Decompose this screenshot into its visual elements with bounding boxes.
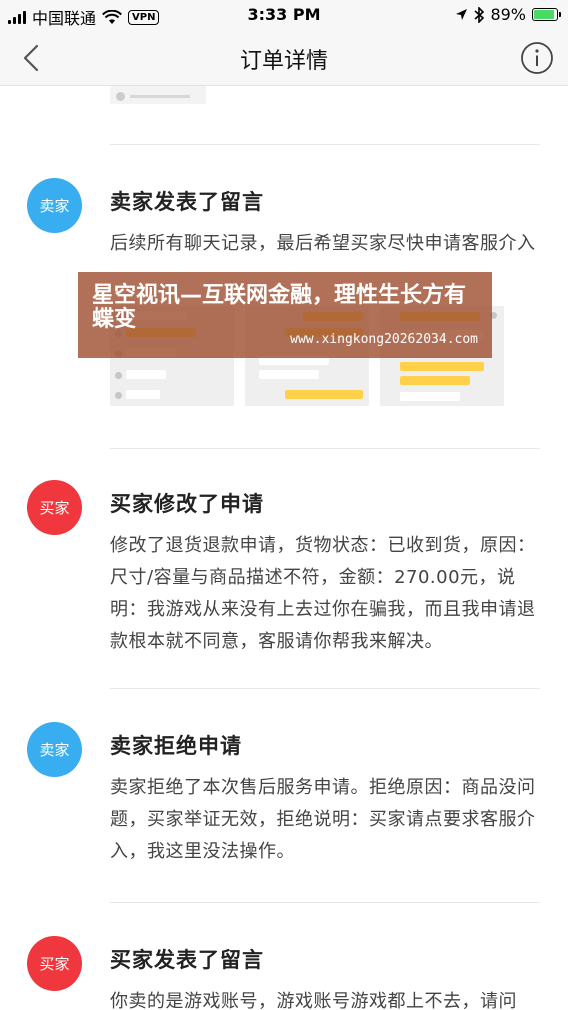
entry-title: 卖家拒绝申请: [110, 734, 242, 758]
entry-title: 买家修改了申请: [110, 492, 264, 516]
page-title: 订单详情: [239, 49, 328, 74]
battery-fill: [534, 10, 554, 19]
location-arrow-icon: [456, 9, 468, 20]
buyer-avatar: 买家: [27, 936, 82, 991]
chat-screenshot-thumbnail[interactable]: [110, 86, 206, 104]
buyer-avatar: 买家: [27, 480, 82, 535]
info-icon[interactable]: [520, 41, 554, 75]
timeline-entry-seller-rejected: 卖家 卖家拒绝申请 卖家拒绝了本次售后服务申请。拒绝原因：商品没问题，买家举证无…: [0, 722, 568, 882]
battery-percent: 89%: [490, 5, 526, 24]
entry-body: 修改了退货退款申请，货物状态：已收到货，原因：尺寸/容量与商品描述不符，金额：2…: [110, 535, 536, 652]
timeline-entry-buyer-message: 买家 买家发表了留言 你卖的是游戏账号，游戏账号游戏都上不去，请问: [0, 936, 568, 1010]
seller-avatar: 卖家: [27, 722, 82, 777]
status-right: 89%: [455, 5, 561, 24]
nav-bar: 订单详情: [0, 30, 568, 86]
seller-avatar: 卖家: [27, 178, 82, 233]
entry-title: 卖家发表了留言: [110, 190, 264, 214]
divider: [110, 448, 540, 449]
divider: [110, 688, 540, 689]
entry-body: 后续所有聊天记录，最后希望买家尽快申请客服介入: [110, 233, 536, 254]
divider: [110, 902, 540, 903]
watermark-banner: 星空视讯—互联网金融，理性生长方有蝶变 www.xingkong20262034…: [78, 272, 492, 358]
timeline-content[interactable]: 卖家 卖家发表了留言 后续所有聊天记录，最后希望买家尽快申请客服介入 买家 买家…: [0, 86, 568, 1010]
divider: [110, 144, 540, 145]
watermark-title: 星空视讯—互联网金融，理性生长方有蝶变: [92, 283, 467, 332]
entry-body: 你卖的是游戏账号，游戏账号游戏都上不去，请问: [110, 991, 517, 1010]
bluetooth-icon: [474, 6, 485, 23]
entry-body: 卖家拒绝了本次售后服务申请。拒绝原因：商品没问题，买家举证无效，拒绝说明：买家请…: [110, 777, 536, 862]
battery-icon: [532, 8, 561, 21]
watermark-url: www.xingkong20262034.com: [290, 332, 478, 347]
timeline-entry-buyer-modified: 买家 买家修改了申请 修改了退货退款申请，货物状态：已收到货，原因：尺寸/容量与…: [0, 480, 568, 680]
entry-title: 买家发表了留言: [110, 948, 264, 972]
status-bar: 中国联通 VPN 3:33 PM 89%: [0, 0, 568, 30]
